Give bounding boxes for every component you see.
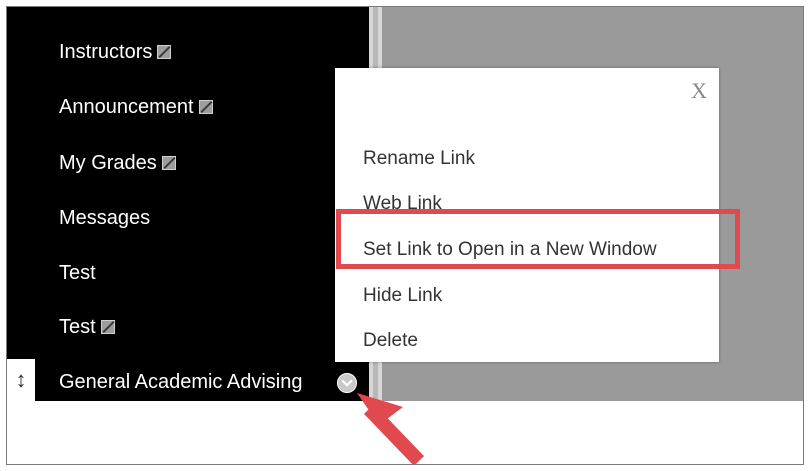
menu-item-test[interactable]: Test [59, 261, 96, 285]
menu-item-my-grades[interactable]: My Grades [59, 151, 176, 175]
close-icon[interactable]: X [691, 80, 707, 102]
open-new-window-option[interactable]: Set Link to Open in a New Window [363, 238, 657, 262]
menu-item-label: Announcement [59, 96, 194, 118]
course-menu: Instructors Announcement My Grades Messa… [7, 7, 369, 401]
delete-option[interactable]: Delete [363, 329, 418, 353]
menu-item-test-hidden[interactable]: Test [59, 315, 115, 339]
content-area [7, 401, 803, 464]
hidden-icon [100, 320, 115, 334]
hidden-icon [161, 156, 176, 170]
menu-item-announcement[interactable]: Announcement [59, 95, 213, 119]
hidden-icon [198, 100, 213, 114]
menu-item-label: My Grades [59, 152, 157, 174]
hidden-icon [157, 45, 172, 59]
menu-item-label: Instructors [59, 41, 153, 63]
menu-item-label: Messages [59, 207, 151, 229]
web-link-option[interactable]: Web Link [363, 192, 442, 216]
menu-item-general-academic-advising[interactable]: General Academic Advising [59, 370, 302, 394]
context-menu: X Rename Link Web Link Set Link to Open … [335, 68, 719, 362]
menu-item-label: Test [59, 262, 96, 284]
screenshot-frame: Instructors Announcement My Grades Messa… [6, 6, 804, 465]
menu-item-instructors[interactable]: Instructors [59, 40, 172, 64]
menu-item-messages[interactable]: Messages [59, 206, 150, 230]
rename-link-option[interactable]: Rename Link [363, 147, 475, 171]
hide-link-option[interactable]: Hide Link [363, 284, 442, 308]
drag-handle-icon[interactable]: ↕ [7, 359, 35, 401]
menu-item-label: Test [59, 316, 96, 338]
menu-item-label: General Academic Advising [59, 371, 303, 393]
chevron-down-icon[interactable] [337, 373, 357, 393]
